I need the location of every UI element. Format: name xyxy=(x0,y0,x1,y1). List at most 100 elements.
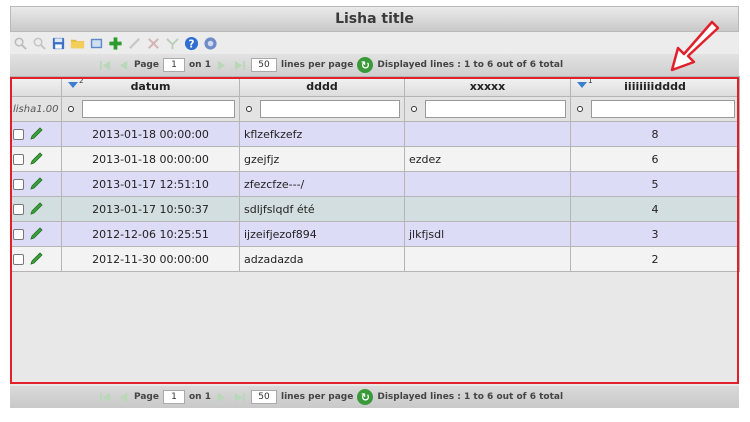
cell-datum: 2013-01-17 12:51:10 xyxy=(61,171,240,197)
cell-dddd: ijzeifjezof894 xyxy=(239,221,405,247)
cell-num: 6 xyxy=(570,146,740,172)
cell-xxxxx xyxy=(404,121,571,147)
pager-bottom: Page 1 on 1 50 lines per page ↻ Displaye… xyxy=(10,386,739,408)
sort-order-label: 2 xyxy=(79,77,84,85)
cell-xxxxx xyxy=(404,196,571,222)
row-checkbox[interactable] xyxy=(13,128,24,140)
title-bar: Lisha title xyxy=(10,6,739,32)
last-page-icon[interactable] xyxy=(233,390,247,404)
filter-mode-icon[interactable] xyxy=(246,106,252,112)
refresh-icon[interactable]: ↻ xyxy=(357,389,374,405)
filter-row: lisha1.00 xyxy=(10,96,740,122)
next-page-icon[interactable] xyxy=(215,390,229,404)
previous-page-icon[interactable] xyxy=(116,390,130,404)
cell-num: 4 xyxy=(570,196,740,222)
column-header-label: dddd xyxy=(306,80,338,93)
column-header-dddd[interactable]: dddd xyxy=(239,76,405,97)
filter-mode-icon[interactable] xyxy=(68,106,74,112)
lines-per-page-label: lines per page xyxy=(280,392,354,402)
lines-per-page-label: lines per page xyxy=(280,60,354,70)
cell-xxxxx: ezdez xyxy=(404,146,571,172)
filter-input-datum[interactable] xyxy=(82,100,235,118)
column-header-label: datum xyxy=(130,80,171,93)
page-label: Page xyxy=(134,392,159,402)
table-row[interactable]: 2013-01-18 00:00:00 gzejfjz ezdez 6 xyxy=(10,146,740,172)
window-title: Lisha title xyxy=(335,11,414,27)
cell-dddd: adzadazda xyxy=(239,246,405,272)
delete-icon[interactable] xyxy=(145,35,162,52)
copy-icon[interactable] xyxy=(88,35,105,52)
row-checkbox[interactable] xyxy=(13,178,24,190)
cell-dddd: zfezcfze---/ xyxy=(239,171,405,197)
filter-input-dddd[interactable] xyxy=(260,100,400,118)
row-label-header xyxy=(10,76,62,97)
row-checkbox[interactable] xyxy=(13,253,24,265)
save-icon[interactable] xyxy=(50,35,67,52)
column-header-datum[interactable]: 2 datum xyxy=(61,76,240,97)
lines-per-page-input[interactable]: 50 xyxy=(250,390,277,404)
page-input[interactable]: 1 xyxy=(162,58,185,72)
page-total-label: on 1 xyxy=(188,60,211,70)
help-icon[interactable]: ? xyxy=(183,35,200,52)
pencil-icon[interactable] xyxy=(28,126,44,142)
pager-top: Page 1 on 1 50 lines per page ↻ Displaye… xyxy=(10,54,739,76)
row-checkbox[interactable] xyxy=(13,203,24,215)
grid-version-label: lisha1.00 xyxy=(10,96,62,122)
filter-input-num[interactable] xyxy=(591,100,735,118)
pencil-icon[interactable] xyxy=(28,251,44,267)
sort-desc-icon xyxy=(68,82,78,88)
first-page-icon[interactable] xyxy=(98,390,112,404)
row-checkbox[interactable] xyxy=(13,153,24,165)
cell-num: 8 xyxy=(570,121,740,147)
clear-search-icon[interactable] xyxy=(31,35,48,52)
filter-mode-icon[interactable] xyxy=(577,106,583,112)
settings-icon[interactable] xyxy=(202,35,219,52)
cell-num: 2 xyxy=(570,246,740,272)
pencil-icon[interactable] xyxy=(28,201,44,217)
column-header-label: xxxxx xyxy=(469,80,506,93)
cell-xxxxx: jlkfjsdl xyxy=(404,221,571,247)
column-header-num[interactable]: 1 iiiiiiiidddd xyxy=(570,76,740,97)
grid-window: Lisha title ? Page 1 on 1 50 lines per p… xyxy=(10,0,740,412)
table-row[interactable]: 2012-12-06 10:25:51 ijzeifjezof894 jlkfj… xyxy=(10,221,740,247)
table-row[interactable]: 2012-11-30 00:00:00 adzadazda 2 xyxy=(10,246,740,272)
column-header-label: iiiiiiiidddd xyxy=(624,80,686,93)
sort-order-label: 1 xyxy=(588,77,593,85)
cell-xxxxx xyxy=(404,246,571,272)
row-checkbox[interactable] xyxy=(13,228,24,240)
cell-dddd: gzejfjz xyxy=(239,146,405,172)
grid-body: 2 datum dddd xxxxx 1 iiiiiiiidddd lisha1… xyxy=(10,76,740,386)
merge-icon[interactable] xyxy=(164,35,181,52)
last-page-icon[interactable] xyxy=(233,58,247,72)
cell-datum: 2012-12-06 10:25:51 xyxy=(61,221,240,247)
svg-text:?: ? xyxy=(189,38,195,50)
table-row-selected[interactable]: 2013-01-17 10:50:37 sdljfslqdf été 4 xyxy=(10,196,740,222)
table-row[interactable]: 2013-01-18 00:00:00 kflzefkzefz 8 xyxy=(10,121,740,147)
table-row[interactable]: 2013-01-17 12:51:10 zfezcfze---/ 5 xyxy=(10,171,740,197)
refresh-icon[interactable]: ↻ xyxy=(357,57,374,73)
displayed-lines-label: Displayed lines : 1 to 6 out of 6 total xyxy=(377,60,564,70)
cell-datum: 2013-01-18 00:00:00 xyxy=(61,121,240,147)
data-table: 2 datum dddd xxxxx 1 iiiiiiiidddd lisha1… xyxy=(10,76,740,272)
toolbar: ? xyxy=(10,32,739,54)
displayed-lines-label: Displayed lines : 1 to 6 out of 6 total xyxy=(377,392,564,402)
page-input[interactable]: 1 xyxy=(162,390,185,404)
folder-icon[interactable] xyxy=(69,35,86,52)
filter-mode-icon[interactable] xyxy=(411,106,417,112)
edit-icon[interactable] xyxy=(126,35,143,52)
page-total-label: on 1 xyxy=(188,392,211,402)
previous-page-icon[interactable] xyxy=(116,58,130,72)
column-header-xxxxx[interactable]: xxxxx xyxy=(404,76,571,97)
lines-per-page-input[interactable]: 50 xyxy=(250,58,277,72)
filter-input-xxxxx[interactable] xyxy=(425,100,566,118)
header-row: 2 datum dddd xxxxx 1 iiiiiiiidddd xyxy=(10,76,740,97)
add-icon[interactable] xyxy=(107,35,124,52)
pencil-icon[interactable] xyxy=(28,151,44,167)
search-icon[interactable] xyxy=(12,35,29,52)
pencil-icon[interactable] xyxy=(28,176,44,192)
page-label: Page xyxy=(134,60,159,70)
first-page-icon[interactable] xyxy=(98,58,112,72)
pencil-icon[interactable] xyxy=(28,226,44,242)
cell-datum: 2013-01-17 10:50:37 xyxy=(61,196,240,222)
next-page-icon[interactable] xyxy=(215,58,229,72)
